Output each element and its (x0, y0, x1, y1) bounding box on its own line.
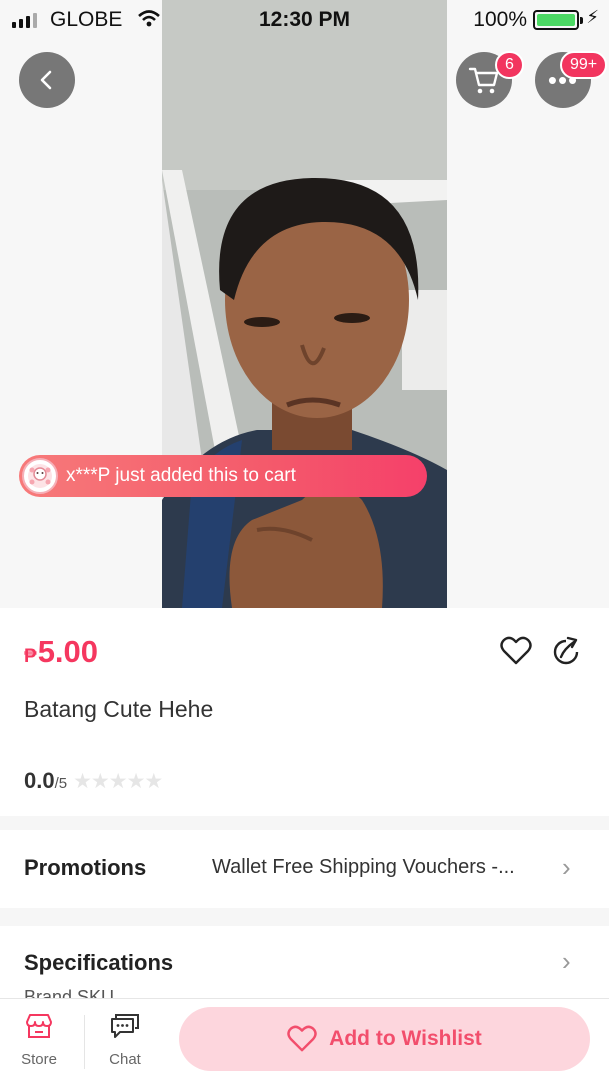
chevron-right-icon: › (562, 946, 571, 976)
promotions-row[interactable]: Promotions Wallet Free Shipping Vouchers… (0, 830, 609, 908)
status-bar: GLOBE 12:30 PM 100% ⚡︎ (0, 0, 609, 40)
add-to-wishlist-button[interactable]: Add to Wishlist (179, 1007, 590, 1071)
store-icon (26, 1014, 52, 1038)
product-title: Batang Cute Hehe (24, 696, 214, 722)
product-price: ₱5.00 (24, 634, 98, 670)
store-tab[interactable]: Store (9, 1013, 69, 1068)
specifications-preview: Brand SKU (24, 988, 115, 998)
promotions-value: Wallet Free Shipping Vouchers -... (212, 856, 515, 878)
notification-count-badge: 99+ (560, 51, 608, 79)
currency-symbol: ₱ (24, 646, 37, 667)
chat-label: Chat (109, 1051, 141, 1068)
store-label: Store (21, 1051, 57, 1068)
toast-text: x***P just added this to cart (66, 465, 296, 486)
wishlist-label: Add to Wishlist (329, 1027, 482, 1050)
share-icon[interactable] (550, 636, 582, 668)
product-photo[interactable] (162, 0, 447, 608)
heart-icon (287, 1025, 317, 1052)
price-value: 5.00 (37, 634, 99, 669)
chat-icon (111, 1014, 139, 1038)
charging-icon: ⚡︎ (586, 7, 599, 27)
rating-stars: ★★★★★ (73, 770, 163, 793)
cart-activity-toast: x***P just added this to cart (19, 455, 427, 497)
specifications-label: Specifications (24, 950, 174, 975)
product-info-card: ₱5.00 Batang Cute Hehe 0.0 /5 ★★★★★ (0, 608, 609, 816)
product-rating[interactable]: 0.0 /5 ★★★★★ (24, 768, 163, 794)
battery-percent: 100% (473, 8, 527, 31)
rating-value: 0.0 (24, 768, 55, 793)
bottom-action-bar: Store Chat Add to Wishlist (0, 998, 609, 1080)
chevron-left-icon (40, 70, 52, 90)
product-detail-screen: 6 ••• 99+ x***P just added this to cart (0, 0, 609, 1080)
chevron-right-icon: › (562, 852, 571, 882)
rating-max: /5 (54, 775, 68, 792)
avatar (22, 458, 58, 494)
promotions-label: Promotions (24, 855, 147, 880)
back-button[interactable] (19, 52, 75, 108)
chat-tab[interactable]: Chat (95, 1013, 155, 1068)
heart-icon[interactable] (500, 636, 532, 666)
cart-count-badge: 6 (495, 51, 524, 79)
battery-icon (533, 10, 583, 30)
tab-divider (84, 1015, 85, 1069)
product-media[interactable]: 6 ••• 99+ x***P just added this to cart (0, 0, 609, 608)
